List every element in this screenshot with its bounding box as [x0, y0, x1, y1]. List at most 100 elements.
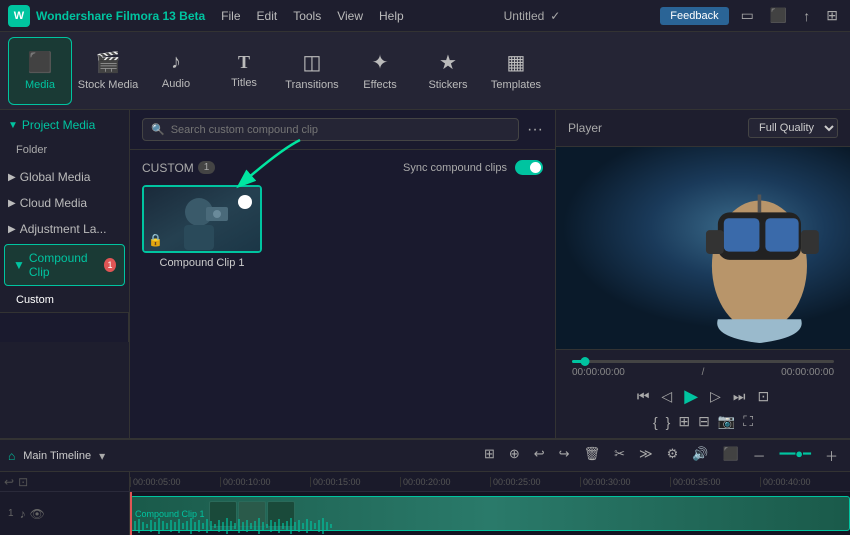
player-header: Player Full Quality — [556, 110, 850, 147]
progress-dot[interactable] — [581, 357, 590, 366]
quality-selector[interactable]: Full Quality — [748, 118, 838, 138]
tool-effects[interactable]: ✦ Effects — [348, 37, 412, 105]
ruler-mark: 00:00:40:00 — [760, 477, 850, 487]
tl-delete-icon[interactable]: 🗑 — [580, 444, 605, 467]
tool-titles[interactable]: T Titles — [212, 37, 276, 105]
tl-zoom-in-icon[interactable]: ＋ — [821, 444, 842, 467]
main-area: ▼ Project Media Folder ▶ Global Media ▶ … — [0, 110, 850, 438]
tl-undo-icon[interactable]: ↩ — [530, 444, 549, 467]
skip-forward-icon[interactable]: ⏭ — [733, 388, 746, 405]
skip-back-icon[interactable]: ⏮ — [637, 388, 650, 405]
tl-zoom-slider[interactable]: ━━●━ — [776, 444, 815, 467]
sync-row: Sync compound clips — [403, 160, 543, 175]
upload-icon[interactable]: ↑ — [799, 6, 814, 26]
menu-view[interactable]: View — [337, 9, 363, 23]
ruler-mark: 00:00:20:00 — [400, 477, 490, 487]
track-music-icon[interactable]: ♪ — [20, 507, 26, 521]
clip-thumbnail: 🔒 — [142, 185, 262, 253]
loop-icon[interactable]: ⊡ — [757, 388, 769, 405]
sidebar-section-project: ▼ Project Media Folder — [0, 110, 129, 164]
player-label: Player — [568, 121, 602, 135]
progress-bar[interactable] — [572, 360, 834, 363]
timeline-dropdown-icon[interactable]: ▾ — [99, 449, 105, 463]
sidebar-item-custom[interactable]: Custom — [0, 288, 129, 312]
arrow-right-icon-2: ▶ — [8, 198, 16, 209]
tool-stock-label: Stock Media — [78, 79, 139, 91]
search-input[interactable] — [171, 124, 510, 136]
tl-magnet-icon[interactable]: ⊕ — [505, 444, 524, 467]
custom-text: CUSTOM — [142, 161, 194, 175]
ruler-marks-area: 00:00:05:00 00:00:10:00 00:00:15:00 00:0… — [130, 472, 850, 491]
tl-clip-icon[interactable]: ⬛ — [718, 444, 742, 467]
track-eye-icon[interactable]: 👁 — [30, 507, 45, 521]
ruler-mark: 00:00:25:00 — [490, 477, 580, 487]
mark-in-icon[interactable]: { — [653, 414, 658, 430]
templates-icon: ▦ — [507, 50, 526, 75]
menu-file[interactable]: File — [221, 9, 240, 23]
tool-stock[interactable]: 🎬 Stock Media — [76, 37, 140, 105]
search-bar[interactable]: 🔍 — [142, 118, 519, 141]
tool-templates[interactable]: ▦ Templates — [484, 37, 548, 105]
tl-zoom-out-icon[interactable]: － — [749, 444, 770, 467]
fullscreen-player-icon[interactable]: ⛶ — [743, 413, 753, 430]
tl-redo-icon[interactable]: ↪ — [555, 444, 574, 467]
timeline-ruler: ↩ ⊡ 00:00:05:00 00:00:10:00 00:00:15:00 … — [0, 472, 850, 492]
sidebar-item-global-media[interactable]: ▶ Global Media — [0, 164, 129, 190]
time-row: 00:00:00:00 / 00:00:00:00 — [572, 367, 834, 378]
tool-audio[interactable]: ♪ Audio — [144, 37, 208, 105]
project-title: Untitled — [504, 9, 545, 23]
tl-audio-icon[interactable]: 🔊 — [688, 444, 712, 467]
frame-forward-icon[interactable]: ▷ — [710, 388, 721, 405]
tool-media[interactable]: ⬛ Media — [8, 37, 72, 105]
grid-icon[interactable]: ⊞ — [822, 5, 842, 26]
snapshot-icon[interactable]: 📷 — [718, 413, 735, 430]
folder-label: Folder — [16, 144, 47, 156]
tool-titles-label: Titles — [231, 77, 257, 89]
frame-back-icon[interactable]: ◁ — [661, 388, 672, 405]
more-options-icon[interactable]: ··· — [527, 121, 543, 139]
tl-cut-icon[interactable]: ✂ — [610, 444, 629, 467]
timeline-home-icon[interactable]: ⌂ — [8, 449, 15, 463]
sidebar-item-project-media[interactable]: ▼ Project Media — [0, 112, 129, 138]
play-button[interactable]: ▶ — [684, 386, 698, 407]
progress-bar-wrapper[interactable]: 00:00:00:00 / 00:00:00:00 — [564, 356, 842, 382]
sidebar-item-adjustment[interactable]: ▶ Adjustment La... — [0, 216, 129, 242]
trim-icon[interactable]: ⊞ — [678, 413, 690, 430]
list-item[interactable]: 🔒 Compound Clip 1 — [142, 185, 262, 269]
sync-toggle[interactable] — [515, 160, 543, 175]
fullscreen-icon[interactable]: ⬛ — [766, 5, 791, 26]
compound-clip-label: Compound Clip — [29, 251, 100, 279]
custom-count-badge: 1 — [198, 161, 216, 174]
sidebar-bottom — [0, 312, 129, 342]
tool-audio-label: Audio — [162, 78, 190, 90]
arrow-right-icon: ▶ — [8, 172, 16, 183]
tool-transitions[interactable]: ◫ Transitions — [280, 37, 344, 105]
track-mode-icon[interactable]: ⊡ — [18, 475, 28, 489]
speed-icon[interactable]: ⊟ — [698, 413, 710, 430]
menu-edit[interactable]: Edit — [257, 9, 278, 23]
arrow-right-icon-3: ▶ — [8, 224, 16, 235]
time-total: 00:00:00:00 — [781, 367, 834, 378]
tl-more-icon[interactable]: ≫ — [635, 444, 657, 467]
add-track-icon[interactable]: ↩ — [4, 475, 14, 489]
tl-settings-icon[interactable]: ⚙ — [663, 444, 683, 467]
search-icon: 🔍 — [151, 123, 165, 136]
stickers-icon: ★ — [439, 50, 457, 75]
menu-help[interactable]: Help — [379, 9, 404, 23]
player-ctrl-row: ⏮ ◁ ▶ ▷ ⏭ ⊡ — [564, 382, 842, 411]
sidebar-item-cloud-media[interactable]: ▶ Cloud Media — [0, 190, 129, 216]
track-number: 1 — [8, 508, 14, 519]
tool-stickers[interactable]: ★ Stickers — [416, 37, 480, 105]
stock-icon: 🎬 — [96, 50, 121, 75]
tl-grid-icon[interactable]: ⊞ — [480, 444, 499, 467]
track-area[interactable]: Compound Clip 1 — [130, 492, 850, 535]
title-verify-icon: ✓ — [550, 9, 560, 23]
minimize-icon[interactable]: ▭ — [737, 5, 758, 26]
clip-indicator — [238, 195, 252, 209]
menu-tools[interactable]: Tools — [293, 9, 321, 23]
ruler-mark: 00:00:15:00 — [310, 477, 400, 487]
sidebar-item-compound-clip[interactable]: ▼ Compound Clip 1 — [4, 244, 125, 286]
mark-out-icon[interactable]: } — [666, 414, 671, 430]
sidebar-item-folder[interactable]: Folder — [0, 138, 129, 162]
feedback-button[interactable]: Feedback — [660, 7, 728, 25]
